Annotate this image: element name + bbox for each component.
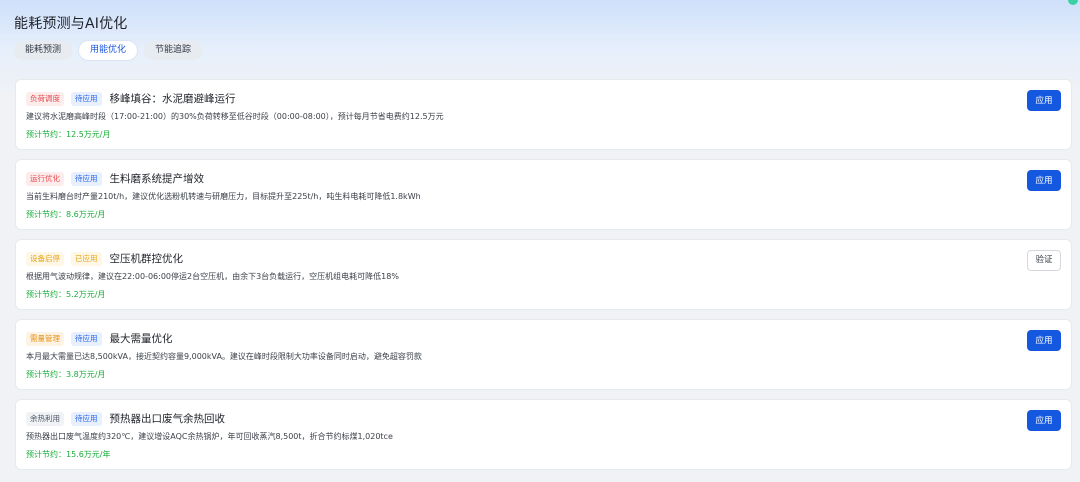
card-header: 余热利用 待应用 预热器出口废气余热回收: [26, 411, 225, 426]
card-saving: 预计节约：8.6万元/月: [26, 210, 106, 219]
category-tag: 需量管理: [26, 331, 64, 346]
card-description: 根据用气波动规律，建议在22:00-06:00停运2台空压机，由余下3台负载运行…: [26, 272, 399, 281]
card-saving: 预计节约：3.8万元/月: [26, 370, 106, 379]
recommendation-card: 设备启停 已应用 空压机群控优化 根据用气波动规律，建议在22:00-06:00…: [15, 239, 1072, 310]
tab-saving-tracking[interactable]: 节能追踪: [144, 41, 203, 60]
recommendation-card: 负荷调度 待应用 移峰填谷：水泥磨避峰运行 建议将水泥磨高峰时段（17:00-2…: [15, 79, 1072, 150]
page-title: 能耗预测与AI优化: [14, 16, 128, 32]
tab-bar: 能耗预测 用能优化 节能追踪: [14, 41, 203, 60]
card-header: 设备启停 已应用 空压机群控优化: [26, 251, 183, 266]
card-saving: 预计节约：12.5万元/月: [26, 130, 111, 139]
category-tag: 设备启停: [26, 251, 64, 266]
status-tag: 待应用: [71, 411, 102, 426]
category-tag: 运行优化: [26, 171, 64, 186]
card-header: 负荷调度 待应用 移峰填谷：水泥磨避峰运行: [26, 91, 236, 106]
card-saving: 预计节约：15.6万元/年: [26, 450, 111, 459]
tab-energy-forecast[interactable]: 能耗预测: [14, 41, 73, 60]
card-saving: 预计节约：5.2万元/月: [26, 290, 106, 299]
card-description: 本月最大需量已达8,500kVA，接近契约容量9,000kVA。建议在峰时段限制…: [26, 352, 422, 361]
recommendation-list: 负荷调度 待应用 移峰填谷：水泥磨避峰运行 建议将水泥磨高峰时段（17:00-2…: [15, 79, 1072, 479]
card-title: 最大需量优化: [109, 333, 173, 345]
apply-button[interactable]: 应用: [1027, 330, 1061, 351]
card-description: 建议将水泥磨高峰时段（17:00-21:00）的30%负荷转移至低谷时段（00:…: [26, 112, 444, 121]
card-description: 预热器出口废气温度约320℃，建议增设AQC余热锅炉，年可回收蒸汽8,500t，…: [26, 432, 393, 441]
apply-button[interactable]: 应用: [1027, 410, 1061, 431]
status-tag: 待应用: [71, 91, 102, 106]
recommendation-card: 运行优化 待应用 生料磨系统提产增效 当前生料磨台时产量210t/h，建议优化选…: [15, 159, 1072, 230]
apply-button[interactable]: 应用: [1027, 170, 1061, 191]
card-title: 预热器出口废气余热回收: [109, 413, 226, 425]
apply-button[interactable]: 应用: [1027, 90, 1061, 111]
card-title: 移峰填谷：水泥磨避峰运行: [109, 93, 236, 105]
status-tag: 已应用: [71, 251, 102, 266]
card-title: 生料磨系统提产增效: [109, 173, 205, 185]
status-dot: [1068, 0, 1078, 5]
card-title: 空压机群控优化: [109, 253, 184, 265]
verify-button[interactable]: 验证: [1027, 250, 1061, 271]
tab-energy-optimization[interactable]: 用能优化: [79, 41, 138, 60]
category-tag: 余热利用: [26, 411, 64, 426]
status-tag: 待应用: [71, 171, 102, 186]
status-tag: 待应用: [71, 331, 102, 346]
recommendation-card: 需量管理 待应用 最大需量优化 本月最大需量已达8,500kVA，接近契约容量9…: [15, 319, 1072, 390]
card-header: 需量管理 待应用 最大需量优化: [26, 331, 173, 346]
recommendation-card: 余热利用 待应用 预热器出口废气余热回收 预热器出口废气温度约320℃，建议增设…: [15, 399, 1072, 470]
card-header: 运行优化 待应用 生料磨系统提产增效: [26, 171, 204, 186]
card-description: 当前生料磨台时产量210t/h，建议优化选粉机转速与研磨压力，目标提升至225t…: [26, 192, 421, 201]
category-tag: 负荷调度: [26, 91, 64, 106]
